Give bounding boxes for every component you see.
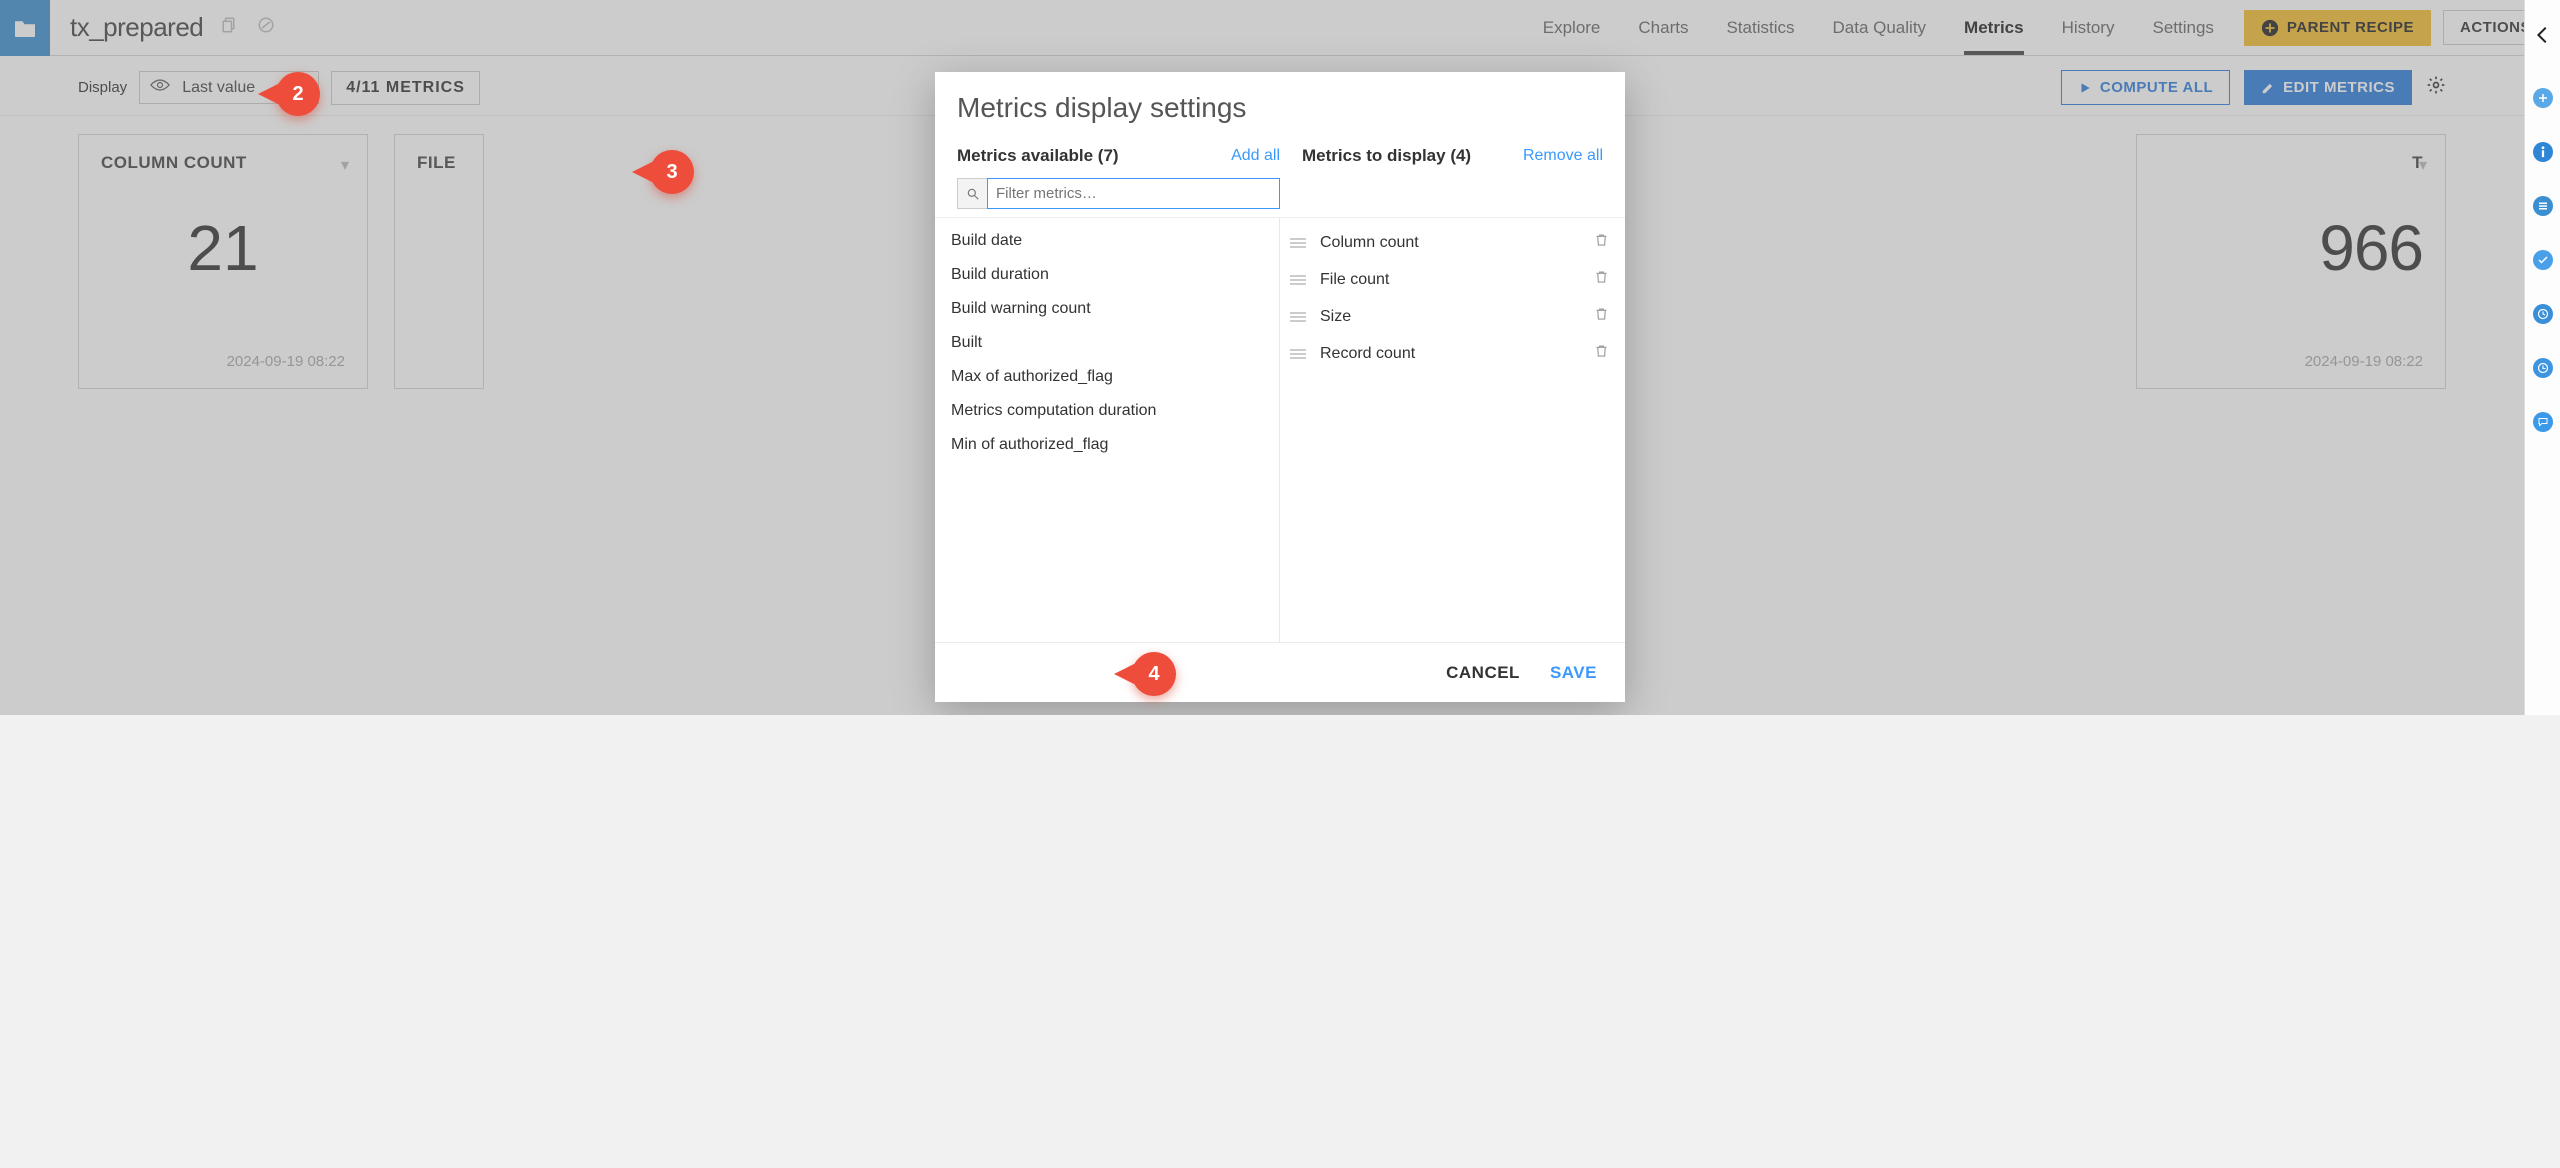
display-metric-label: File count	[1320, 271, 1389, 289]
app-root: tx_prepared Explore Charts Statistics Da…	[0, 0, 2560, 715]
step-callout-2: 2	[276, 72, 320, 116]
display-metric-label: Column count	[1320, 234, 1419, 252]
add-all-link[interactable]: Add all	[1231, 147, 1280, 165]
trash-icon[interactable]	[1594, 232, 1609, 253]
rail-clock-icon[interactable]	[2533, 358, 2553, 378]
rail-add-icon[interactable]	[2533, 88, 2553, 108]
display-metric-label: Record count	[1320, 345, 1415, 363]
rail-info-icon[interactable]	[2533, 142, 2553, 162]
display-metric-item[interactable]: File count	[1280, 261, 1625, 298]
filter-metrics-input[interactable]	[987, 178, 1280, 209]
display-metric-item[interactable]: Record count	[1280, 335, 1625, 372]
rail-history-icon[interactable]	[2533, 304, 2553, 324]
cancel-button[interactable]: CANCEL	[1446, 663, 1520, 683]
search-icon	[957, 178, 987, 209]
right-rail	[2524, 0, 2560, 715]
available-metric-item[interactable]: Build duration	[935, 258, 1279, 292]
available-metric-item[interactable]: Max of authorized_flag	[935, 360, 1279, 394]
dialog-lists: Build dateBuild durationBuild warning co…	[935, 217, 1625, 642]
available-metric-item[interactable]: Build date	[935, 224, 1279, 258]
metrics-display-settings-dialog: Metrics display settings Metrics availab…	[935, 72, 1625, 702]
drag-handle-icon[interactable]	[1290, 238, 1306, 248]
available-title: Metrics available (7)	[957, 146, 1119, 166]
dialog-title: Metrics display settings	[935, 72, 1625, 130]
filter-row	[957, 178, 1280, 209]
trash-icon[interactable]	[1594, 306, 1609, 327]
display-column-head: Metrics to display (4) Remove all	[1280, 142, 1603, 217]
step-callout-4: 4	[1132, 652, 1176, 696]
dialog-footer: CANCEL SAVE	[935, 642, 1625, 702]
rail-check-icon[interactable]	[2533, 250, 2553, 270]
display-metrics-list: Column count File count Size Record count	[1280, 218, 1625, 642]
available-metrics-list: Build dateBuild durationBuild warning co…	[935, 218, 1280, 642]
step-callout-3: 3	[650, 150, 694, 194]
drag-handle-icon[interactable]	[1290, 275, 1306, 285]
trash-icon[interactable]	[1594, 269, 1609, 290]
available-metric-item[interactable]: Built	[935, 326, 1279, 360]
to-display-title: Metrics to display (4)	[1302, 146, 1471, 166]
remove-all-link[interactable]: Remove all	[1523, 147, 1603, 165]
rail-chat-icon[interactable]	[2533, 412, 2553, 432]
save-button[interactable]: SAVE	[1550, 663, 1597, 683]
drag-handle-icon[interactable]	[1290, 349, 1306, 359]
available-metric-item[interactable]: Metrics computation duration	[935, 394, 1279, 428]
available-metric-item[interactable]: Build warning count	[935, 292, 1279, 326]
available-metric-item[interactable]: Min of authorized_flag	[935, 428, 1279, 462]
rail-layers-icon[interactable]	[2533, 196, 2553, 216]
display-metric-item[interactable]: Size	[1280, 298, 1625, 335]
display-metric-item[interactable]: Column count	[1280, 224, 1625, 261]
collapse-rail-icon[interactable]	[2532, 24, 2554, 51]
drag-handle-icon[interactable]	[1290, 312, 1306, 322]
trash-icon[interactable]	[1594, 343, 1609, 364]
display-metric-label: Size	[1320, 308, 1351, 326]
dialog-columns-header: Metrics available (7) Add all Metrics to…	[935, 130, 1625, 217]
available-column-head: Metrics available (7) Add all	[957, 142, 1280, 217]
